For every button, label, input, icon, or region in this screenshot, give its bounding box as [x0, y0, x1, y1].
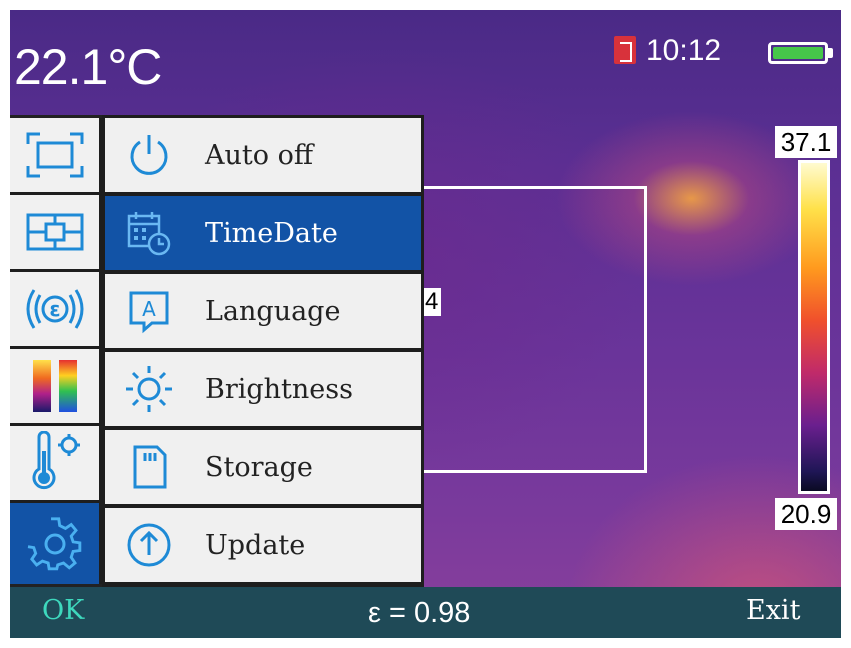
sidebar-item-emissivity[interactable]: ε [10, 272, 102, 349]
update-arrow-icon [119, 515, 179, 575]
svg-text:ε: ε [49, 297, 60, 321]
brightness-icon [119, 359, 179, 419]
sidebar: ε [10, 115, 102, 587]
center-temperature: 22.1°C [14, 39, 162, 95]
menu-item-storage[interactable]: Storage [105, 430, 421, 504]
scale-max-label: 37.1 [775, 126, 837, 158]
emissivity-icon: ε [26, 289, 83, 329]
menu-item-auto-off[interactable]: Auto off [105, 118, 421, 192]
spot-temperature-label: 4 [422, 288, 442, 316]
sidebar-item-area-measure[interactable] [10, 118, 102, 195]
menu-item-update[interactable]: Update [105, 508, 421, 582]
status-bar: 22.1°C 10:12 [10, 10, 841, 106]
menu-label-update: Update [205, 529, 306, 561]
center-spot-icon [26, 213, 83, 251]
sidebar-item-center-spot[interactable] [10, 195, 102, 272]
exit-button[interactable]: Exit [746, 595, 800, 626]
menu-label-brightness: Brightness [205, 373, 353, 405]
color-scale-bar [798, 160, 830, 494]
scale-min-label: 20.9 [775, 498, 837, 530]
menu-label-timedate: TimeDate [205, 217, 338, 249]
sidebar-item-palette[interactable] [10, 349, 102, 426]
emissivity-readout: ε = 0.98 [368, 597, 471, 629]
sidebar-item-temperature-settings[interactable] [10, 426, 102, 503]
temperature-settings-icon [32, 431, 80, 490]
menu-item-language[interactable]: A Language [105, 274, 421, 348]
measurement-area-box [420, 186, 647, 473]
settings-menu: Auto off TimeDate A Language Brightness … [102, 115, 424, 587]
palette-icon [32, 360, 77, 412]
ok-button[interactable]: OK [42, 595, 84, 626]
bottom-bar: OK ε = 0.98 Exit [10, 587, 841, 638]
svg-text:A: A [142, 297, 156, 321]
sd-card-icon [119, 437, 179, 497]
settings-gear-icon [27, 516, 81, 570]
menu-label-storage: Storage [205, 451, 313, 483]
menu-label-language: Language [205, 295, 341, 327]
menu-item-timedate[interactable]: TimeDate [105, 196, 421, 270]
sd-card-status-icon [614, 36, 636, 64]
thermal-screen: 22.1°C 10:12 4 37.1 20.9 ε Auto off Time… [10, 10, 841, 638]
area-measure-icon [26, 132, 83, 178]
sidebar-item-settings[interactable] [10, 503, 102, 584]
battery-icon [768, 42, 828, 64]
menu-label-auto-off: Auto off [205, 139, 314, 171]
language-icon: A [119, 281, 179, 341]
calendar-clock-icon [119, 203, 179, 263]
menu-item-brightness[interactable]: Brightness [105, 352, 421, 426]
power-icon [119, 125, 179, 185]
clock: 10:12 [646, 34, 722, 67]
battery-tip [828, 48, 833, 58]
